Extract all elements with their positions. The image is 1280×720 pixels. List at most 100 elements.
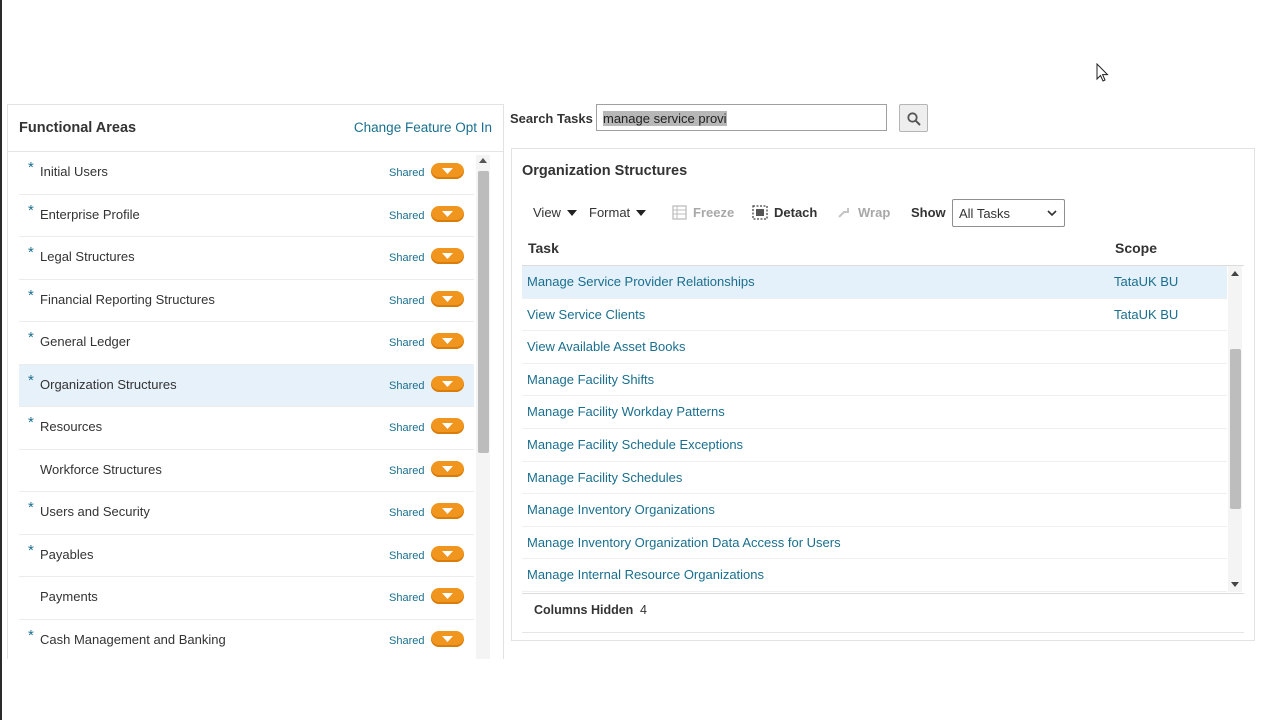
status-dropdown-button[interactable] [431,588,464,604]
functional-area-label: Payables [40,546,94,562]
task-link[interactable]: Manage Inventory Organizations [527,502,715,517]
column-header-scope[interactable]: Scope [1115,240,1157,256]
status-dropdown-button[interactable] [431,545,464,562]
format-menu[interactable]: Format [589,205,647,220]
shared-status-label: Shared [389,634,425,647]
freeze-button[interactable]: Freeze [672,205,734,220]
show-tasks-select[interactable]: All Tasks [952,199,1065,227]
functional-area-item[interactable]: * Legal Structures Shared [19,237,474,280]
chevron-down-icon [442,593,453,599]
chevron-down-icon [442,508,453,514]
task-scope-link[interactable]: TataUK BU [1114,274,1178,289]
required-asterisk-icon: * [28,201,34,219]
status-dropdown-button[interactable] [431,248,464,264]
status-dropdown-button[interactable] [431,460,464,477]
functional-areas-scrollbar[interactable] [476,155,490,659]
functional-area-item[interactable]: Workforce Structures Shared [19,450,474,492]
functional-area-item[interactable]: * Financial Reporting Structures Shared [19,280,474,322]
functional-area-item[interactable]: * Organization Structures Shared [19,364,474,407]
task-link[interactable]: View Service Clients [527,307,645,322]
scrollbar-thumb[interactable] [1230,349,1241,509]
scroll-up-arrow-icon[interactable] [479,158,487,163]
task-link[interactable]: Manage Facility Shifts [527,372,654,387]
status-dropdown-button[interactable] [431,630,464,647]
search-tasks-value: manage service provi [603,111,727,126]
task-row[interactable]: Manage Facility Shifts [522,364,1227,397]
chevron-down-icon [442,635,453,642]
chevron-down-icon [442,338,453,344]
chevron-down-icon [442,465,453,472]
task-row[interactable]: View Service Clients TataUK BU [522,299,1227,332]
task-scope-link[interactable]: TataUK BU [1114,307,1178,322]
scrollbar-thumb[interactable] [478,171,489,453]
functional-area-item[interactable]: * Payables Shared [19,535,474,577]
freeze-icon [672,205,687,220]
mouse-cursor-icon [1096,63,1109,82]
wrap-button[interactable]: Wrap [837,205,890,220]
status-dropdown-button[interactable] [431,290,464,307]
shared-status-label: Shared [389,337,425,349]
chevron-down-icon [442,253,453,259]
task-link[interactable]: Manage Internal Resource Organizations [527,567,764,582]
required-asterisk-icon: * [28,244,34,261]
functional-area-label: Cash Management and Banking [40,631,226,647]
shared-status-label: Shared [389,209,425,222]
task-link[interactable]: Manage Facility Schedule Exceptions [527,437,743,452]
status-dropdown-button[interactable] [431,418,464,434]
task-row[interactable]: Manage Service Provider Relationships Tat… [522,266,1227,299]
required-asterisk-icon: * [28,371,34,389]
task-link[interactable]: View Available Asset Books [527,339,686,354]
view-menu[interactable]: View [533,205,577,220]
chevron-down-icon [442,423,453,429]
detach-icon [752,205,768,220]
functional-area-item[interactable]: * General Ledger Shared [19,322,474,365]
status-dropdown-button[interactable] [431,375,464,392]
functional-area-label: Workforce Structures [40,461,162,477]
scroll-down-arrow-icon[interactable] [1231,582,1239,587]
column-header-task[interactable]: Task [528,240,559,256]
change-feature-opt-in-link[interactable]: Change Feature Opt In [354,120,492,135]
task-row[interactable]: Manage Facility Schedule Exceptions [522,429,1227,462]
task-link[interactable]: Manage Service Provider Relationships [527,274,755,289]
functional-area-item[interactable]: Payments Shared [19,577,474,620]
functional-area-label: Legal Structures [40,249,135,264]
status-dropdown-button[interactable] [431,503,464,519]
tasks-table-body: Manage Service Provider Relationships Tat… [522,266,1227,592]
status-dropdown-button[interactable] [431,163,464,179]
columns-hidden-count: 4 [640,603,647,617]
functional-area-item[interactable]: * Resources Shared [19,407,474,450]
functional-area-item[interactable]: * Cash Management and Banking Shared [19,620,474,660]
status-dropdown-button[interactable] [431,333,464,349]
task-row[interactable]: Manage Inventory Organizations [522,494,1227,527]
required-asterisk-icon: * [28,541,34,559]
functional-areas-header: Functional Areas Change Feature Opt In [8,105,503,152]
shared-status-label: Shared [389,422,425,434]
functional-area-label: Resources [40,419,103,434]
required-asterisk-icon: * [28,329,34,346]
show-tasks-value: All Tasks [959,206,1011,221]
functional-area-label: Financial Reporting Structures [40,291,215,307]
required-asterisk-icon: * [28,626,34,644]
task-row[interactable]: Manage Internal Resource Organizations [522,559,1227,592]
functional-area-item[interactable]: * Enterprise Profile Shared [19,195,474,237]
task-row[interactable]: Manage Facility Workday Patterns [522,396,1227,429]
required-asterisk-icon: * [28,499,34,516]
task-link[interactable]: Manage Facility Schedules [527,470,682,485]
tasks-scrollbar[interactable] [1228,266,1242,592]
functional-area-item[interactable]: * Initial Users Shared [19,152,474,195]
scroll-up-arrow-icon[interactable] [1231,271,1239,276]
task-link[interactable]: Manage Inventory Organization Data Acces… [527,535,841,550]
detach-button[interactable]: Detach [752,205,817,220]
search-button[interactable] [899,104,928,132]
status-dropdown-button[interactable] [431,205,464,222]
shared-status-label: Shared [389,167,425,179]
task-row[interactable]: View Available Asset Books [522,331,1227,364]
task-link[interactable]: Manage Facility Workday Patterns [527,404,725,419]
search-tasks-input[interactable]: manage service provi [596,104,887,131]
functional-area-label: General Ledger [40,334,131,349]
task-row[interactable]: Manage Facility Schedules [522,462,1227,495]
functional-areas-title: Functional Areas [19,120,137,136]
task-row[interactable]: Manage Inventory Organization Data Acces… [522,527,1227,560]
functional-area-item[interactable]: * Users and Security Shared [19,492,474,535]
format-dropdown-caret-icon [636,209,647,216]
